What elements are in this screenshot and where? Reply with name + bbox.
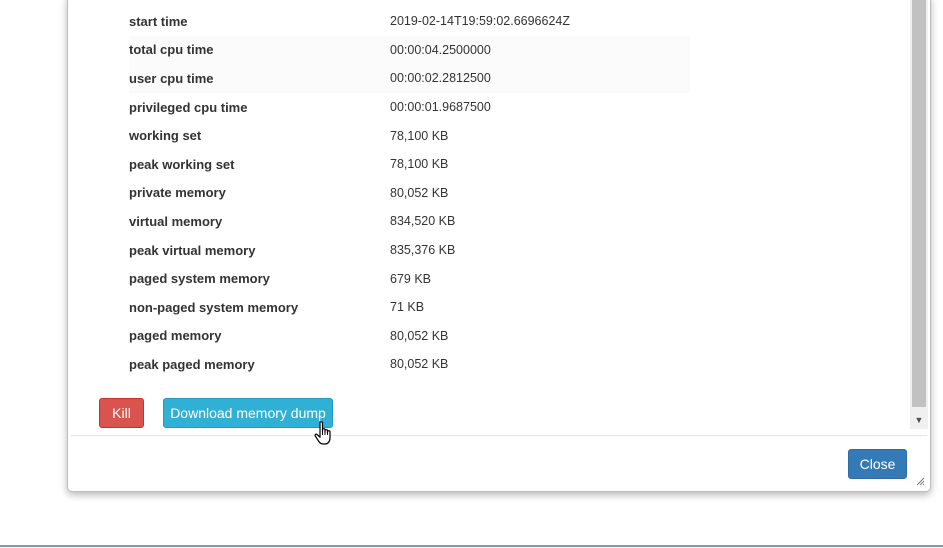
table-row: virtual memory 834,520 KB [129,207,690,236]
property-value: 80,052 KB [390,185,449,200]
table-row: total cpu time 00:00:04.2500000 [129,35,690,65]
property-value: 71 KB [390,300,425,315]
property-value: 835,376 KB [390,243,456,258]
process-properties-table: start time 2019-02-14T19:59:02.6696624Z … [129,7,690,379]
property-label: paged memory [129,328,222,344]
property-label: peak working set [129,156,235,172]
modal-body: start time 2019-02-14T19:59:02.6696624Z … [68,0,910,435]
property-label: private memory [129,185,226,201]
property-value: 2019-02-14T19:59:02.6696624Z [390,14,571,29]
property-value: 78,100 KB [390,128,449,143]
table-row: paged memory 80,052 KB [129,322,690,351]
chevron-down-icon[interactable]: ▼ [910,411,928,429]
table-row: non-paged system memory 71 KB [129,293,690,322]
page-bottom-divider [0,545,943,547]
table-row: paged system memory 679 KB [129,264,690,293]
table-row: peak virtual memory 835,376 KB [129,236,690,265]
property-label: total cpu time [129,35,390,65]
property-value: 80,052 KB [390,328,449,343]
property-label: working set [129,128,202,144]
table-row: working set 78,100 KB [129,121,690,150]
table-row: privileged cpu time 00:00:01.9687500 [129,93,690,122]
modal-footer: Close [71,435,927,491]
property-label: non-paged system memory [129,299,299,315]
kill-button[interactable]: Kill [99,398,144,428]
property-label: peak paged memory [129,356,255,372]
property-value: 78,100 KB [390,157,449,172]
scrollbar-thumb[interactable] [912,0,926,407]
hand-pointer-cursor-icon [314,421,331,445]
table-row: peak working set 78,100 KB [129,150,690,179]
table-row: user cpu time 00:00:02.2812500 [129,64,690,93]
property-value: 00:00:04.2500000 [390,35,690,65]
vertical-scrollbar[interactable]: ▼ [910,0,928,429]
table-row: private memory 80,052 KB [129,179,690,208]
resize-grip-icon[interactable] [915,476,925,486]
table-row: start time 2019-02-14T19:59:02.6696624Z [129,7,690,36]
close-button[interactable]: Close [848,449,907,479]
property-value: 679 KB [390,271,432,286]
property-value: 834,520 KB [390,214,456,229]
download-memory-dump-button[interactable]: Download memory dump [163,398,333,428]
table-row: peak paged memory 80,052 KB [129,350,690,379]
process-details-modal: start time 2019-02-14T19:59:02.6696624Z … [67,0,931,492]
property-label: start time [129,13,188,29]
property-value: 00:00:01.9687500 [390,100,491,115]
property-label: privileged cpu time [129,99,248,115]
property-label: virtual memory [129,213,223,229]
property-label: user cpu time [129,64,390,93]
property-value: 80,052 KB [390,357,449,372]
property-label: peak virtual memory [129,242,256,258]
property-label: paged system memory [129,271,270,287]
property-value: 00:00:02.2812500 [390,64,690,93]
